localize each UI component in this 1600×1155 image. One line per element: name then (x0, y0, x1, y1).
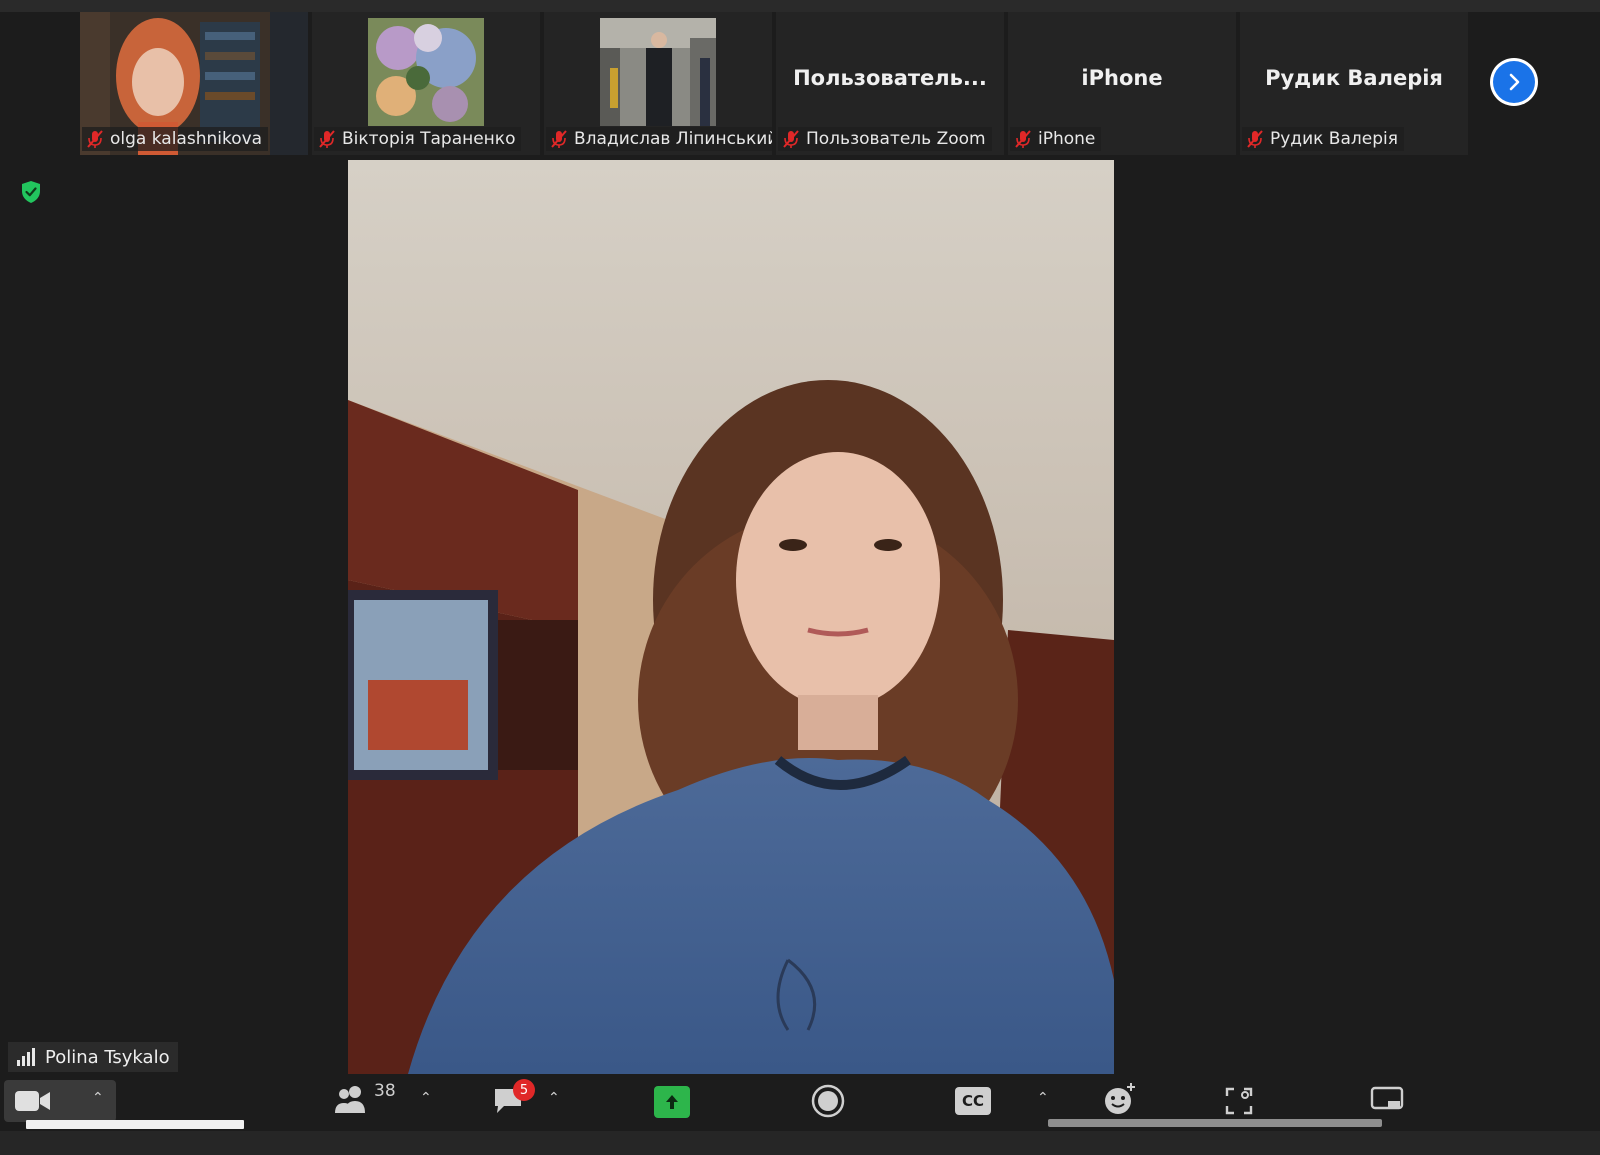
share-screen-button[interactable] (654, 1086, 690, 1118)
mute-mic-icon (783, 130, 799, 148)
participant-name-label: Рудик Валерія (1242, 127, 1404, 151)
participants-caret[interactable]: ⌃ (420, 1090, 432, 1106)
participant-name-label: Владислав Ліпинський (546, 127, 772, 151)
mute-mic-icon (319, 130, 335, 148)
chat-unread-badge: 5 (513, 1079, 535, 1101)
participant-name-label: olga kalashnikova (82, 127, 269, 151)
active-speaker-name: Polina Tsykalo (45, 1046, 170, 1068)
participant-tile[interactable]: olga kalashnikova (80, 12, 308, 155)
video-camera-icon[interactable] (14, 1088, 52, 1114)
participant-tile[interactable]: Вікторія Тараненко (312, 12, 540, 155)
mute-mic-icon (1247, 130, 1263, 148)
active-speaker-video (348, 160, 1114, 1074)
participant-name: Вікторія Тараненко (342, 129, 516, 149)
mute-mic-icon (87, 130, 103, 148)
shield-icon[interactable] (20, 180, 42, 204)
participant-strip: olga kalashnikova Вікторія Тараненко Вла… (0, 0, 1600, 158)
participant-video (368, 18, 484, 126)
participant-display-name: Пользователь... (793, 66, 987, 90)
record-icon[interactable] (811, 1084, 845, 1118)
participant-name: Пользователь Zoom (806, 129, 986, 149)
zoom-meeting-window: olga kalashnikova Вікторія Тараненко Вла… (0, 0, 1600, 1155)
participant-display-name: Рудик Валерія (1265, 66, 1443, 90)
reactions-icon[interactable] (1102, 1082, 1138, 1116)
participant-tile[interactable]: iPhone iPhone (1008, 12, 1236, 155)
mute-mic-icon (551, 130, 567, 148)
whiteboard-icon[interactable] (1370, 1085, 1404, 1115)
participant-name-label: iPhone (1010, 127, 1102, 151)
participant-count: 38 (374, 1081, 396, 1101)
participant-name: olga kalashnikova (110, 129, 263, 149)
signal-icon (17, 1048, 35, 1066)
video-options-caret[interactable]: ⌃ (92, 1090, 104, 1106)
participant-name-label: Пользователь Zoom (778, 127, 992, 151)
next-page-button[interactable] (1490, 58, 1538, 106)
participant-name: Владислав Ліпинський (574, 129, 772, 149)
tooltip-strip (26, 1120, 244, 1129)
participant-name-label: Вікторія Тараненко (314, 127, 522, 151)
toolbar-bottom-bar (0, 1131, 1600, 1155)
chat-caret[interactable]: ⌃ (548, 1090, 560, 1106)
participant-tile[interactable]: Владислав Ліпинський (544, 12, 772, 155)
participant-name: Рудик Валерія (1270, 129, 1398, 149)
share-screen-icon (666, 1095, 678, 1109)
participant-video (600, 18, 716, 126)
next-page-icon (1493, 61, 1535, 103)
cc-caret[interactable]: ⌃ (1037, 1090, 1049, 1106)
cc-icon[interactable]: CC (955, 1087, 991, 1115)
toolbar-hover-strip (1048, 1119, 1382, 1127)
apps-icon[interactable] (1224, 1086, 1254, 1116)
participants-icon[interactable] (333, 1083, 369, 1115)
mute-mic-icon (1015, 130, 1031, 148)
participant-tile[interactable]: Пользователь... Пользователь Zoom (776, 12, 1004, 155)
participant-display-name: iPhone (1081, 66, 1163, 90)
participant-name: iPhone (1038, 129, 1096, 149)
participant-tile[interactable]: Рудик Валерія Рудик Валерія (1240, 12, 1468, 155)
strip-top-border (0, 0, 1600, 12)
active-speaker-label: Polina Tsykalo (8, 1042, 178, 1072)
